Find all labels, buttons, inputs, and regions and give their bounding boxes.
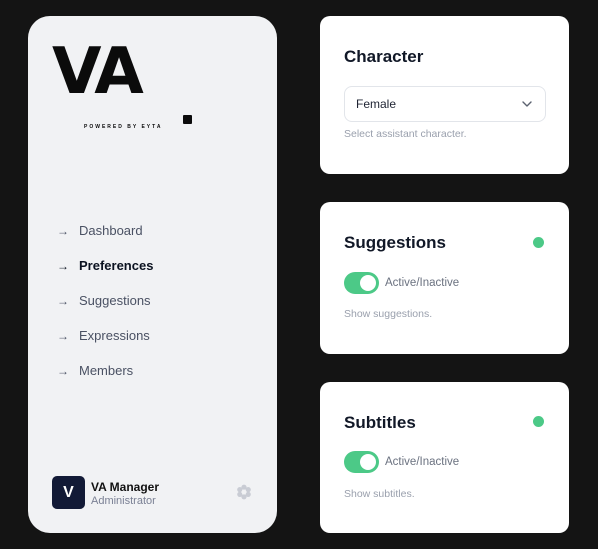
suggestions-toggle-label: Active/Inactive (385, 277, 460, 289)
suggestions-card: Suggestions Active/Inactive Show suggest… (320, 202, 569, 354)
user-name: VA Manager (91, 480, 160, 494)
sidebar-item-members[interactable]: → Members (57, 353, 153, 388)
logo-dot (183, 115, 192, 124)
sidebar: VA POWERED BY EYTA → Dashboard → Prefere… (28, 16, 277, 533)
status-indicator (533, 416, 544, 427)
toggle-knob (360, 454, 376, 470)
arrow-right-icon: → (57, 363, 69, 378)
logo-mark: VA (52, 35, 144, 109)
arrow-right-icon: → (57, 258, 69, 273)
sidebar-item-dashboard[interactable]: → Dashboard (57, 213, 153, 248)
user-profile: V VA Manager Administrator (52, 476, 257, 510)
arrow-right-icon: → (57, 293, 69, 308)
character-title: Character (344, 47, 424, 66)
sidebar-item-label: Preferences (79, 258, 154, 273)
sidebar-item-label: Expressions (79, 328, 150, 343)
arrow-right-icon: → (57, 223, 69, 238)
sidebar-item-suggestions[interactable]: → Suggestions (57, 283, 153, 318)
subtitles-toggle[interactable] (344, 451, 379, 473)
suggestions-title: Suggestions (344, 233, 447, 252)
character-hint: Select assistant character. (344, 128, 467, 140)
sidebar-item-label: Dashboard (79, 223, 143, 238)
gear-icon[interactable] (235, 483, 253, 501)
suggestions-hint: Show suggestions. (344, 308, 433, 320)
subtitles-title: Subtitles (344, 413, 416, 432)
sidebar-item-label: Suggestions (79, 293, 151, 308)
suggestions-toggle[interactable] (344, 272, 379, 294)
sidebar-item-preferences[interactable]: → Preferences (57, 248, 153, 283)
user-role: Administrator (91, 495, 156, 507)
character-card: Character Female Select assistant charac… (320, 16, 569, 174)
chevron-down-icon (522, 101, 532, 107)
arrow-right-icon: → (57, 328, 69, 343)
toggle-knob (360, 275, 376, 291)
subtitles-card: Subtitles Active/Inactive Show subtitles… (320, 382, 569, 533)
sidebar-item-label: Members (79, 363, 134, 378)
logo[interactable]: VA POWERED BY EYTA (52, 35, 192, 130)
sidebar-nav: → Dashboard → Preferences → Suggestions … (57, 213, 153, 388)
character-select[interactable]: Female (344, 86, 546, 122)
status-indicator (533, 237, 544, 248)
character-select-value: Female (356, 97, 397, 111)
subtitles-hint: Show subtitles. (344, 488, 415, 500)
logo-tagline: POWERED BY EYTA (84, 124, 163, 130)
sidebar-item-expressions[interactable]: → Expressions (57, 318, 153, 353)
avatar[interactable]: V (52, 476, 85, 509)
subtitles-toggle-label: Active/Inactive (385, 456, 460, 468)
